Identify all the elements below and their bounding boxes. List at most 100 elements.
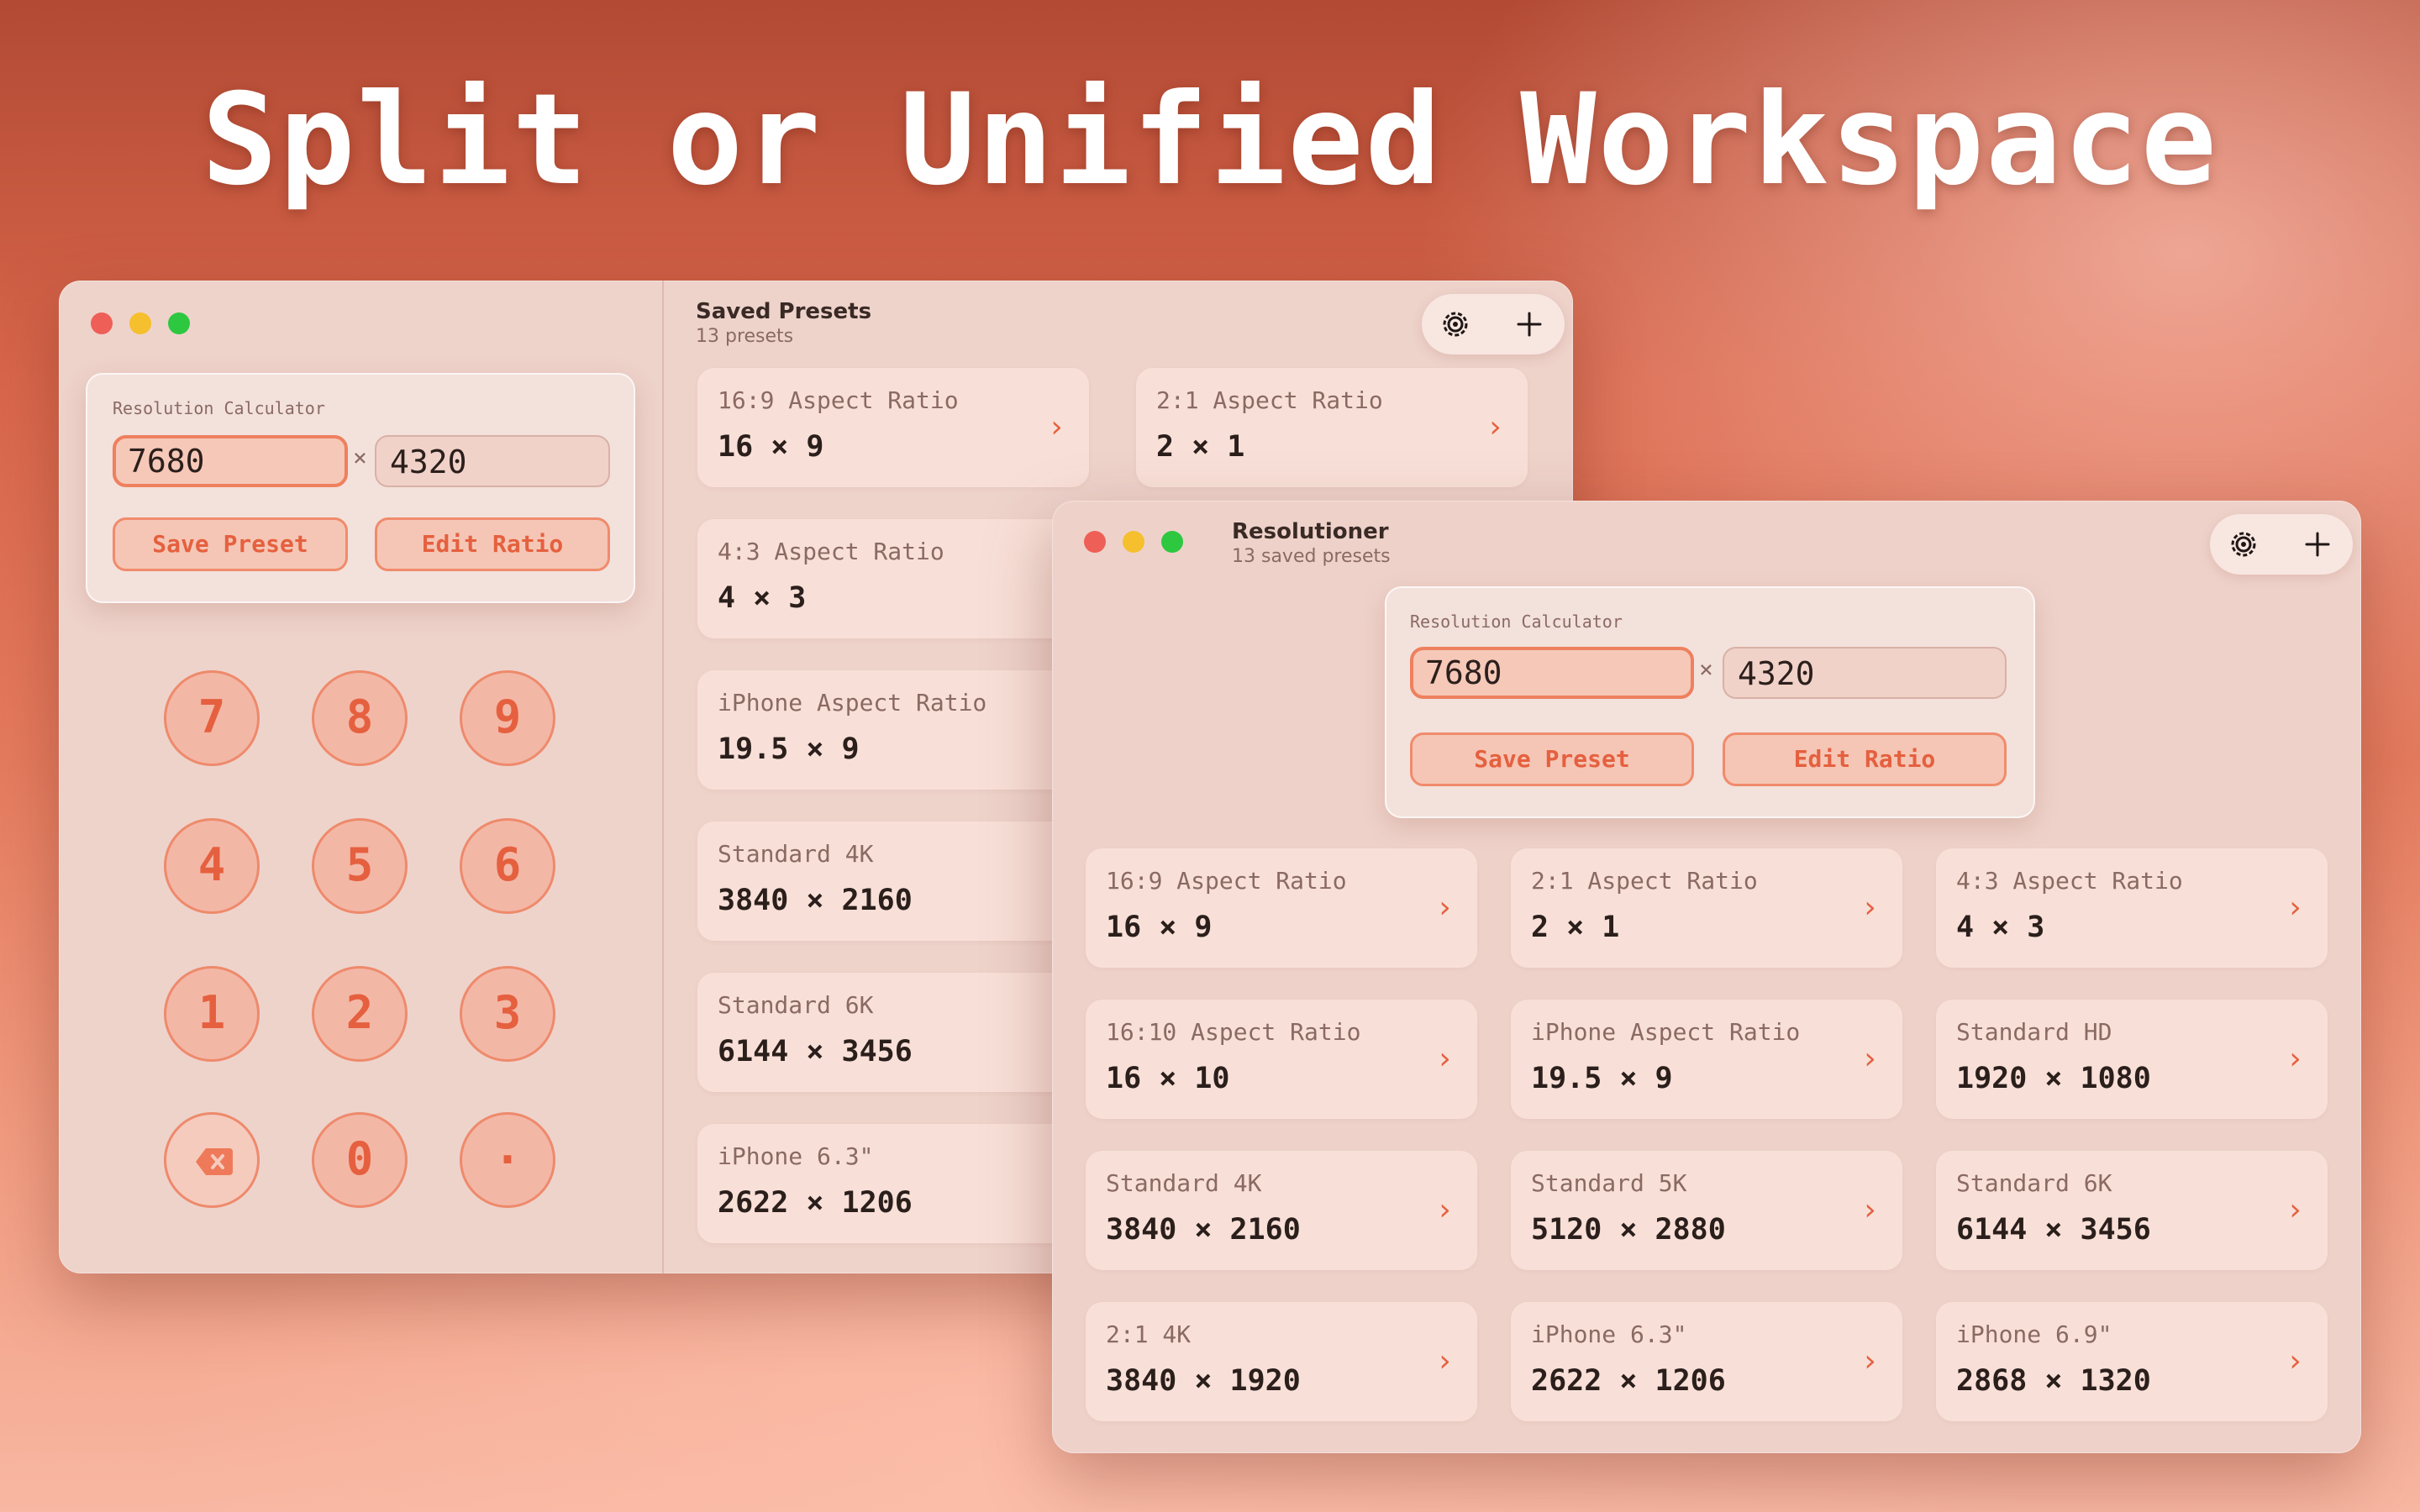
preset-name: 2:1 Aspect Ratio — [1156, 386, 1383, 414]
close-button[interactable] — [91, 312, 113, 334]
preset-value: 16 × 9 — [1106, 911, 1213, 944]
zoom-button[interactable] — [1161, 531, 1183, 553]
preset-value: 3840 × 2160 — [1106, 1213, 1301, 1247]
preset-name: 2:1 4K — [1106, 1320, 1192, 1348]
key-1[interactable]: 1 — [164, 966, 260, 1062]
preset-name: Standard 4K — [1106, 1169, 1262, 1197]
chevron-right-icon: › — [1047, 410, 1065, 444]
preset-name: 16:9 Aspect Ratio — [718, 386, 959, 414]
preset-card[interactable]: Standard 6K 6144 × 3456 › — [1936, 1151, 2328, 1270]
toolbar-pill — [2210, 514, 2353, 575]
preset-name: Standard 5K — [1531, 1169, 1687, 1197]
preset-card[interactable]: 16:9 Aspect Ratio 16 × 9 › — [697, 368, 1089, 487]
preset-name: Standard HD — [1956, 1018, 2112, 1046]
minimize-button[interactable] — [1123, 531, 1144, 553]
close-button[interactable] — [1084, 531, 1106, 553]
preset-name: Standard 4K — [718, 840, 874, 868]
preset-card[interactable]: iPhone 6.3" 2622 × 1206 › — [1511, 1302, 1902, 1421]
height-input[interactable]: 4320 — [1723, 647, 2007, 699]
key-decimal[interactable]: . — [460, 1112, 555, 1208]
save-preset-button[interactable]: Save Preset — [113, 517, 348, 571]
preset-value: 2 × 1 — [1531, 911, 1620, 944]
preset-name: 16:10 Aspect Ratio — [1106, 1018, 1361, 1046]
preset-card[interactable]: iPhone 6.9" 2868 × 1320 › — [1936, 1302, 2328, 1421]
preset-value: 5120 × 2880 — [1531, 1213, 1726, 1247]
chevron-right-icon: › — [1435, 1344, 1454, 1378]
preset-card[interactable]: Standard 4K 3840 × 2160 — [697, 822, 1089, 941]
preset-value: 3840 × 1920 — [1106, 1364, 1301, 1398]
preset-card[interactable]: 2:1 4K 3840 × 1920 › — [1086, 1302, 1477, 1421]
plus-icon[interactable] — [1514, 309, 1544, 339]
presets-subtitle: 13 presets — [696, 326, 794, 347]
preset-value: 6144 × 3456 — [718, 1035, 913, 1068]
key-7[interactable]: 7 — [164, 670, 260, 766]
preset-card[interactable]: 16:9 Aspect Ratio 16 × 9 › — [1086, 848, 1477, 968]
preset-name: Standard 6K — [718, 991, 874, 1019]
chevron-right-icon: › — [1860, 1193, 1879, 1227]
key-3[interactable]: 3 — [460, 966, 555, 1062]
preset-value: 6144 × 3456 — [1956, 1213, 2151, 1247]
preset-card[interactable]: Standard 5K 5120 × 2880 › — [1511, 1151, 1902, 1270]
calculator-pane: Resolution Calculator 7680 × 4320 Save P… — [59, 281, 664, 1273]
preset-value: 2 × 1 — [1156, 430, 1245, 464]
key-0[interactable]: 0 — [312, 1112, 408, 1208]
height-input[interactable]: 4320 — [375, 435, 610, 487]
preset-name: 2:1 Aspect Ratio — [1531, 867, 1758, 895]
key-delete[interactable] — [164, 1112, 260, 1208]
edit-ratio-button[interactable]: Edit Ratio — [1723, 732, 2007, 786]
times-symbol: × — [1699, 655, 1713, 683]
gear-icon[interactable] — [1440, 309, 1470, 339]
preset-name: iPhone 6.3" — [718, 1142, 874, 1170]
key-4[interactable]: 4 — [164, 818, 260, 914]
chevron-right-icon: › — [2286, 1344, 2304, 1378]
preset-card[interactable]: Standard HD 1920 × 1080 › — [1936, 1000, 2328, 1119]
save-preset-button[interactable]: Save Preset — [1410, 732, 1694, 786]
preset-card[interactable]: 4:3 Aspect Ratio 4 × 3 › — [1936, 848, 2328, 968]
times-symbol: × — [353, 444, 367, 471]
width-input[interactable]: 7680 — [113, 435, 348, 487]
preset-card[interactable]: iPhone Aspect Ratio 19.5 × 9 — [697, 670, 1089, 790]
preset-name: iPhone 6.3" — [1531, 1320, 1687, 1348]
preset-card[interactable]: 2:1 Aspect Ratio 2 × 1 › — [1511, 848, 1902, 968]
chevron-right-icon: › — [2286, 890, 2304, 925]
key-6[interactable]: 6 — [460, 818, 555, 914]
key-8[interactable]: 8 — [312, 670, 408, 766]
calculator-label: Resolution Calculator — [1410, 612, 1623, 632]
plus-icon[interactable] — [2302, 529, 2333, 559]
gear-icon[interactable] — [2228, 529, 2259, 559]
chevron-right-icon: › — [1435, 890, 1454, 925]
chevron-right-icon: › — [1435, 1042, 1454, 1076]
chevron-right-icon: › — [1860, 1344, 1879, 1378]
resolution-calculator: Resolution Calculator 7680 × 4320 Save P… — [86, 373, 635, 603]
preset-value: 1920 × 1080 — [1956, 1062, 2151, 1095]
chevron-right-icon: › — [2286, 1193, 2304, 1227]
preset-value: 2622 × 1206 — [1531, 1364, 1726, 1398]
window-controls — [91, 312, 190, 334]
preset-card[interactable]: 4:3 Aspect Ratio 4 × 3 — [697, 519, 1089, 638]
backspace-icon — [196, 1148, 233, 1175]
key-5[interactable]: 5 — [312, 818, 408, 914]
zoom-button[interactable] — [168, 312, 190, 334]
preset-name: 4:3 Aspect Ratio — [1956, 867, 2183, 895]
preset-card[interactable]: iPhone Aspect Ratio 19.5 × 9 › — [1511, 1000, 1902, 1119]
preset-value: 4 × 3 — [1956, 911, 2045, 944]
minimize-button[interactable] — [129, 312, 151, 334]
edit-ratio-button[interactable]: Edit Ratio — [375, 517, 610, 571]
headline: Split or Unified Workspace — [202, 67, 2218, 213]
preset-card[interactable]: Standard 4K 3840 × 2160 › — [1086, 1151, 1477, 1270]
key-2[interactable]: 2 — [312, 966, 408, 1062]
preset-name: 4:3 Aspect Ratio — [718, 538, 944, 565]
width-input[interactable]: 7680 — [1410, 647, 1694, 699]
key-9[interactable]: 9 — [460, 670, 555, 766]
window-subtitle: 13 saved presets — [1232, 546, 1391, 567]
chevron-right-icon: › — [1860, 1042, 1879, 1076]
chevron-right-icon: › — [1860, 890, 1879, 925]
preset-card[interactable]: Standard 6K 6144 × 3456 — [697, 973, 1089, 1092]
window-title: Resolutioner — [1232, 519, 1389, 544]
window-controls — [1084, 531, 1183, 553]
preset-card[interactable]: 2:1 Aspect Ratio 2 × 1 › — [1136, 368, 1528, 487]
preset-card[interactable]: 16:10 Aspect Ratio 16 × 10 › — [1086, 1000, 1477, 1119]
preset-card[interactable]: iPhone 6.3" 2622 × 1206 — [697, 1124, 1089, 1243]
calculator-label: Resolution Calculator — [113, 398, 325, 418]
preset-name: iPhone 6.9" — [1956, 1320, 2112, 1348]
